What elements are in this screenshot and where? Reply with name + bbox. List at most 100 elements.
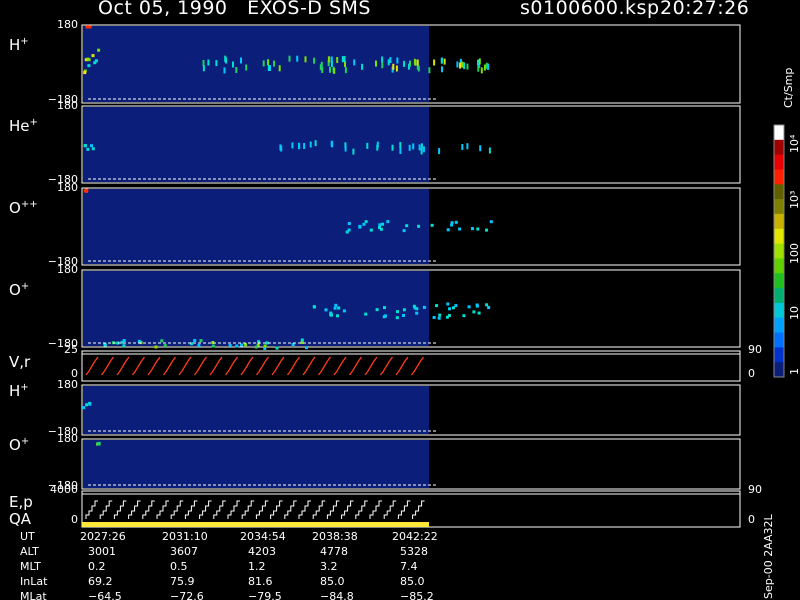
heat-cell: [329, 313, 333, 317]
panel-frame-e-p: [81, 490, 741, 528]
ephemeris-value: 2031:10: [162, 530, 208, 543]
ytick-top-he-plus: 180: [57, 99, 78, 112]
right-tick-bottom-e-p: 0: [748, 513, 755, 526]
heat-cell: [459, 62, 462, 69]
ytick-bottom-e-p: 0: [71, 513, 78, 526]
ephemeris-value: −72.6: [170, 590, 204, 600]
heat-cell: [438, 148, 441, 155]
heat-cell: [342, 309, 346, 313]
panel-label-o-plus-plus: O++: [9, 198, 38, 217]
plot-time: 20:27:26: [660, 0, 750, 19]
ephemeris-value: 5328: [400, 545, 428, 558]
heat-cell: [391, 144, 394, 151]
ephemeris-value: 75.9: [170, 575, 195, 588]
colorbar-swatch: [774, 317, 784, 333]
heat-cell: [485, 228, 488, 232]
heat-cell: [94, 59, 98, 63]
heat-cell: [296, 55, 299, 62]
heat-cell: [327, 56, 330, 63]
heat-cell: [396, 57, 399, 64]
colorbar-swatch: [774, 362, 784, 378]
ephemeris-value: 81.6: [248, 575, 273, 588]
heat-cell: [321, 67, 324, 73]
heat-cell: [83, 144, 87, 147]
heat-cell: [475, 304, 479, 308]
heat-cell: [403, 60, 406, 67]
heat-cell: [466, 143, 469, 150]
heat-cell: [225, 57, 228, 64]
colorbar-swatch: [774, 332, 784, 348]
heat-cell: [402, 314, 405, 317]
heatmap-bg-o-plus-2: [83, 440, 429, 488]
heat-cell: [291, 142, 294, 149]
heat-cell: [422, 146, 425, 153]
heat-cell: [458, 227, 462, 231]
colorbar-swatch: [774, 154, 784, 170]
heat-cell: [202, 60, 205, 66]
heat-cell: [376, 144, 379, 151]
heat-cell: [334, 303, 338, 307]
heat-cell: [381, 222, 385, 226]
heat-cell: [381, 62, 384, 69]
ephemeris-value: 2038:38: [312, 530, 358, 543]
heat-cell: [399, 148, 402, 154]
heat-cell: [417, 224, 421, 228]
ephemeris-value: −79.5: [248, 590, 282, 600]
ephemeris-value: 2027:26: [80, 530, 126, 543]
colorbar-swatch: [774, 169, 784, 185]
heat-cell: [193, 339, 197, 342]
heat-cell: [97, 442, 101, 446]
heat-cell: [477, 65, 480, 72]
heat-cell: [245, 64, 248, 71]
heat-cell: [489, 220, 493, 224]
heat-cell: [97, 48, 101, 52]
heat-cell: [163, 344, 167, 348]
ephemeris-value: 0.5: [170, 560, 188, 573]
panel-label-he-plus: He+: [9, 116, 38, 135]
heat-cell: [329, 66, 331, 73]
right-tick-top-v-r: 90: [748, 343, 762, 356]
heat-cell: [320, 61, 323, 68]
heat-cell: [337, 306, 341, 310]
heat-cell: [309, 141, 312, 148]
ephemeris-value: 2042:22: [392, 530, 438, 543]
heat-cell: [466, 63, 469, 70]
heat-cell: [392, 63, 395, 70]
colorbar-swatch: [774, 199, 784, 215]
heat-cell: [223, 67, 226, 74]
heat-cell: [202, 65, 205, 72]
colorbar-swatch: [774, 273, 784, 289]
heat-cell: [267, 59, 270, 66]
plot-canvas: [81, 24, 785, 528]
heat-cell: [408, 144, 411, 151]
heat-cell: [305, 346, 308, 350]
heat-cell: [417, 65, 420, 72]
heat-cell: [341, 56, 344, 63]
heat-cell: [479, 145, 482, 152]
heat-cell: [254, 345, 258, 349]
heat-cell: [275, 346, 279, 350]
ephemeris-value: 85.0: [400, 575, 425, 588]
heat-cell: [85, 188, 89, 192]
heatmap-bg-h-plus-2: [83, 386, 429, 434]
heat-cell: [483, 64, 486, 71]
heat-cell: [461, 61, 464, 68]
heat-cell: [405, 224, 409, 228]
ytick-top-h-plus-2: 180: [57, 378, 78, 391]
qa-bar: [82, 522, 429, 527]
ephemeris-value: 69.2: [88, 575, 113, 588]
heat-cell: [378, 223, 382, 227]
heat-cell: [345, 230, 349, 234]
ytick-top-o-plus-2: 180: [57, 432, 78, 445]
heat-cell: [86, 147, 90, 151]
heat-cell: [477, 311, 481, 315]
heat-cell: [478, 58, 481, 65]
ephemeris-value: −64.5: [88, 590, 122, 600]
exos-d-sms-plot: Oct 05, 1990 EXOS-D SMS s0100600.ksp 20:…: [0, 0, 800, 600]
heat-cell: [82, 406, 86, 410]
heat-cell: [358, 225, 362, 229]
ephemeris-value: 3001: [88, 545, 116, 558]
heat-cell: [232, 61, 234, 68]
ephemeris-value: 4778: [320, 545, 348, 558]
heat-cell: [375, 60, 377, 67]
